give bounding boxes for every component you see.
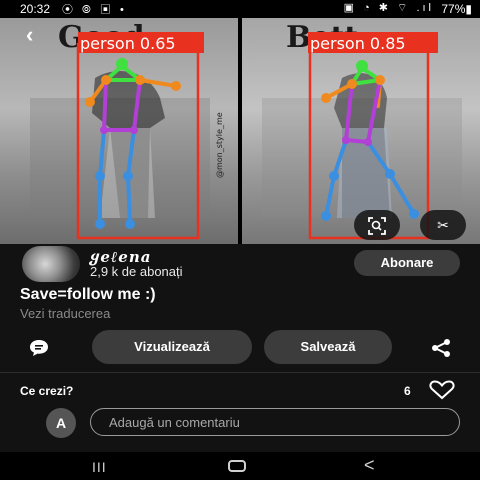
heart-icon[interactable] [428, 380, 456, 400]
user-avatar: A [46, 408, 76, 438]
translate-link[interactable]: Vezi traducerea [20, 306, 110, 321]
pin-image[interactable]: Good person 0.65 [0, 18, 480, 244]
author-row: ყeℓena 2,9 k de abonați Abonare [20, 246, 460, 286]
signal-icons: ▣ ◔ ✱ ⌔ .ıl [343, 2, 434, 14]
subscribe-button[interactable]: Abonare [354, 250, 460, 276]
pose-overlay-left: person 0.65 @mon_style_me [30, 32, 224, 240]
back-icon[interactable]: ‹ [26, 22, 33, 48]
detection-label-left: person 0.65 [80, 34, 176, 53]
lens-search-button[interactable] [354, 210, 400, 240]
scissors-icon: ✂ [437, 217, 449, 233]
crop-button[interactable]: ✂ [420, 210, 466, 240]
follower-count: 2,9 k de abonați [90, 264, 183, 279]
avatar[interactable] [22, 246, 80, 282]
notification-icons: ⦿ ⦾ ▣ • [62, 4, 127, 16]
battery-indicator: 77%▮ [441, 2, 472, 16]
divider [0, 372, 480, 373]
nav-back-icon[interactable]: < [364, 455, 375, 476]
recents-icon[interactable]: III [92, 459, 107, 475]
comments-heading: Ce crezi? [20, 384, 74, 398]
view-button[interactable]: Vizualizează [92, 330, 252, 364]
pin-title: Save=follow me :) [20, 286, 156, 303]
watermark-left: @mon_style_me [215, 112, 224, 178]
comment-input[interactable] [90, 408, 460, 436]
comment-icon[interactable] [28, 338, 50, 358]
action-bar: Vizualizează Salvează [0, 330, 480, 364]
lens-search-icon [368, 217, 386, 236]
save-button[interactable]: Salvează [264, 330, 392, 364]
system-nav-bar: III < [0, 452, 480, 480]
status-time: 20:32 [20, 2, 51, 16]
share-icon[interactable] [430, 338, 452, 358]
status-bar: 20:32 ⦿ ⦾ ▣ • ▣ ◔ ✱ ⌔ .ıl 77%▮ [0, 0, 480, 18]
photo-good: Good person 0.65 [0, 18, 238, 244]
detection-label-right: person 0.85 [310, 34, 406, 53]
home-icon[interactable] [228, 460, 246, 472]
reaction-count: 6 [404, 384, 411, 398]
